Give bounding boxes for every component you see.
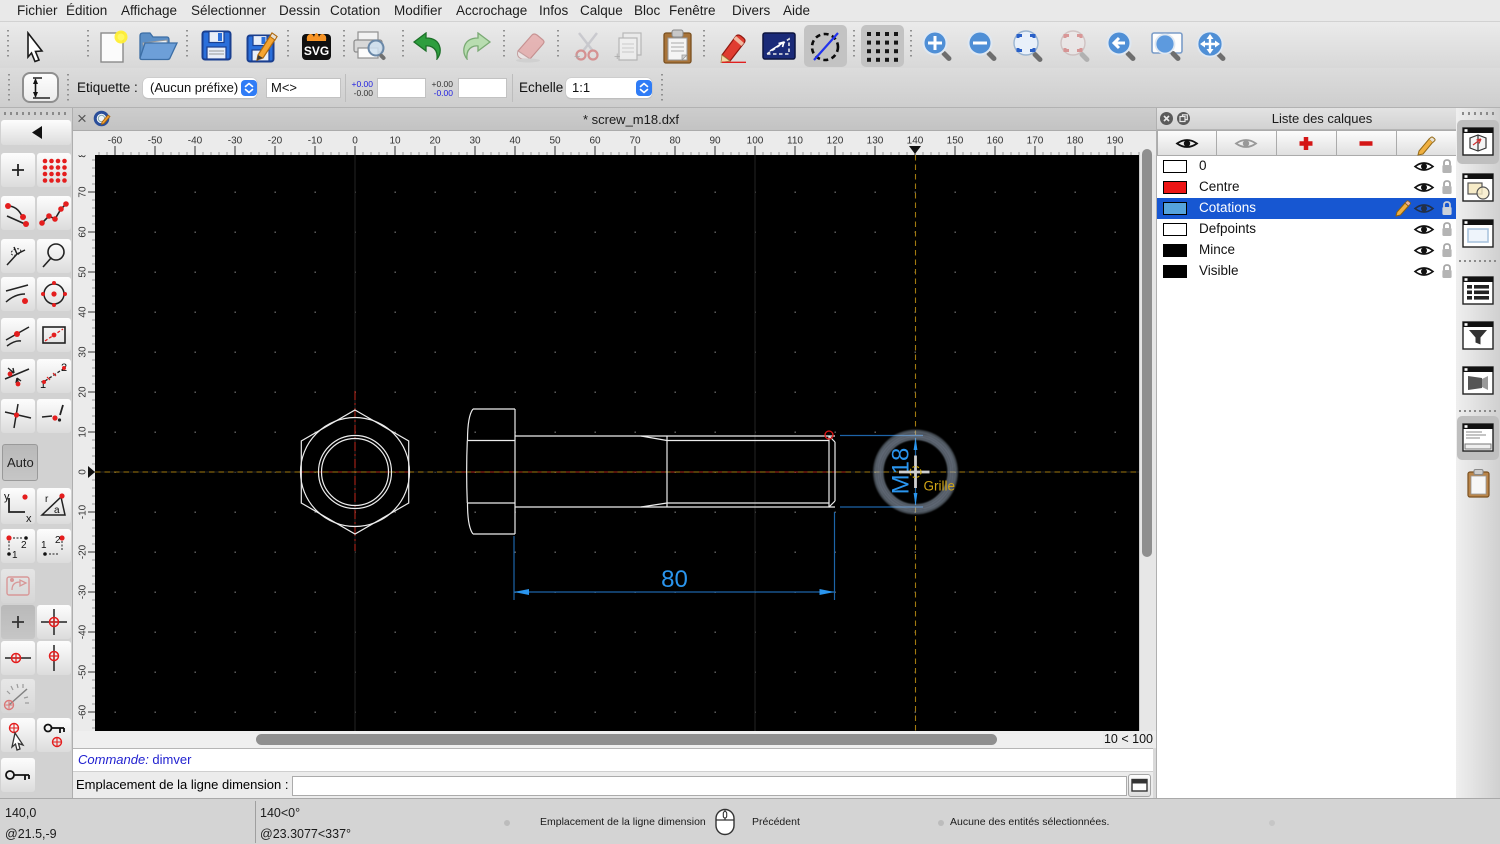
svg-text:-60: -60 bbox=[108, 136, 123, 147]
svg-text:40: 40 bbox=[509, 136, 521, 147]
svg-text:2: 2 bbox=[21, 540, 27, 551]
svg-text:150: 150 bbox=[947, 136, 964, 147]
svg-text:120: 120 bbox=[827, 136, 844, 147]
svg-text:+: + bbox=[614, 51, 620, 63]
svg-text:80: 80 bbox=[669, 136, 681, 147]
svg-text:30: 30 bbox=[469, 136, 481, 147]
svg-text:-50: -50 bbox=[78, 664, 89, 679]
svg-text:1: 1 bbox=[41, 540, 47, 551]
svg-text:70: 70 bbox=[78, 186, 89, 198]
svg-text:10: 10 bbox=[78, 426, 89, 438]
svg-text:-20: -20 bbox=[78, 544, 89, 559]
svg-text:180: 180 bbox=[1067, 136, 1084, 147]
svg-text:x: x bbox=[26, 513, 32, 524]
svg-text:60: 60 bbox=[589, 136, 601, 147]
svg-text:20: 20 bbox=[429, 136, 441, 147]
svg-text:110: 110 bbox=[787, 136, 803, 147]
svg-text:20: 20 bbox=[78, 386, 89, 398]
svg-text:10: 10 bbox=[389, 136, 401, 147]
svg-text:70: 70 bbox=[629, 136, 641, 147]
svg-text:y: y bbox=[4, 491, 10, 503]
svg-text:40: 40 bbox=[78, 306, 89, 318]
svg-text:-40: -40 bbox=[188, 136, 203, 147]
svg-text:80: 80 bbox=[78, 155, 89, 158]
svg-text:2: 2 bbox=[55, 535, 61, 546]
svg-text:SVG: SVG bbox=[304, 44, 329, 58]
svg-text:170: 170 bbox=[1027, 136, 1044, 147]
svg-text:a: a bbox=[54, 505, 60, 516]
svg-text:1: 1 bbox=[12, 550, 18, 561]
svg-text:-20: -20 bbox=[268, 136, 283, 147]
svg-text:+: + bbox=[574, 51, 580, 63]
svg-text:Grille: Grille bbox=[924, 479, 956, 494]
svg-text:r: r bbox=[45, 494, 49, 505]
svg-text:30: 30 bbox=[78, 346, 89, 358]
svg-text:-50: -50 bbox=[148, 136, 163, 147]
svg-text:-10: -10 bbox=[78, 504, 89, 519]
svg-text:80: 80 bbox=[661, 566, 688, 593]
svg-text:160: 160 bbox=[987, 136, 1004, 147]
svg-text:-30: -30 bbox=[78, 584, 89, 599]
svg-text:140: 140 bbox=[907, 136, 924, 147]
svg-text:90: 90 bbox=[709, 136, 721, 147]
svg-text:-10: -10 bbox=[308, 136, 323, 147]
svg-text:0: 0 bbox=[78, 469, 89, 475]
svg-text:-30: -30 bbox=[228, 136, 243, 147]
svg-text:-40: -40 bbox=[78, 624, 89, 639]
svg-text:190: 190 bbox=[1107, 136, 1124, 147]
svg-text:-60: -60 bbox=[78, 704, 89, 719]
svg-text:0: 0 bbox=[352, 136, 358, 147]
svg-text:130: 130 bbox=[867, 136, 884, 147]
svg-text:60: 60 bbox=[78, 226, 89, 238]
svg-text:50: 50 bbox=[549, 136, 561, 147]
svg-text:50: 50 bbox=[78, 266, 89, 278]
svg-text:100: 100 bbox=[747, 136, 764, 147]
